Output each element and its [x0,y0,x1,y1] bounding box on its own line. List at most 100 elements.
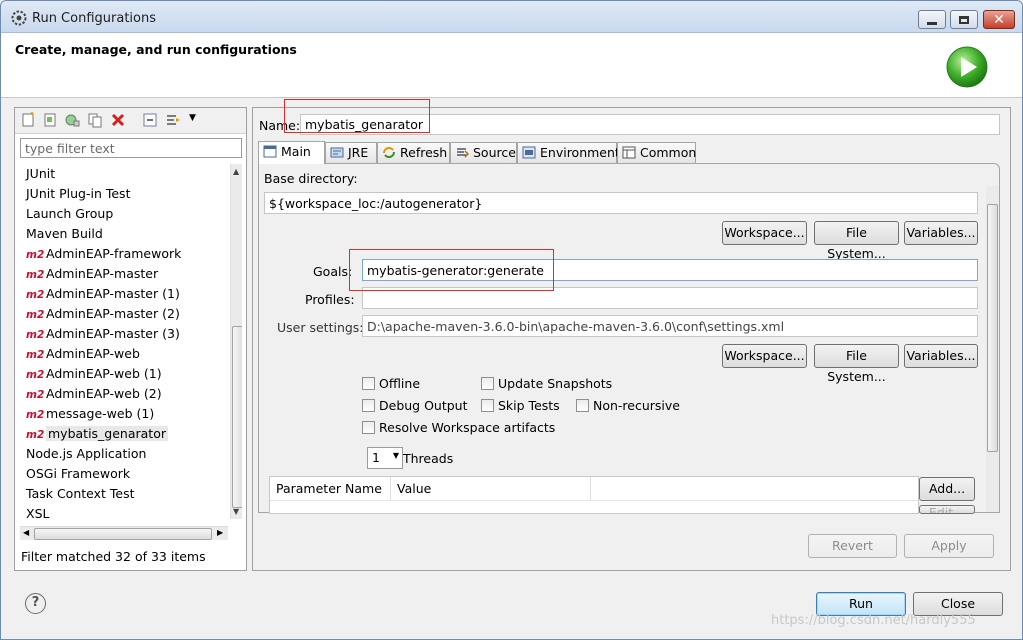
new-config-icon[interactable] [20,112,36,128]
tree-item-label: Launch Group [26,206,114,221]
scroll-left-icon[interactable]: ◀ [23,528,29,537]
apply-button[interactable]: Apply [904,534,994,558]
offline-checkbox[interactable]: Offline [362,376,420,391]
parameters-table[interactable]: Parameter Name Value [269,476,919,514]
update-snapshots-checkbox[interactable]: Update Snapshots [481,376,612,391]
non-recursive-checkbox[interactable]: Non-recursive [576,398,680,413]
resolve-workspace-checkbox[interactable]: Resolve Workspace artifacts [362,420,555,435]
threads-chevron-down-icon[interactable]: ▼ [393,451,399,460]
user-settings-input[interactable]: D:\apache-maven-3.6.0-bin\apache-maven-3… [362,315,978,337]
delete-config-icon[interactable] [110,112,126,128]
tree-item[interactable]: Task Context Test [20,484,228,504]
base-variables-button[interactable]: Variables... [904,221,978,245]
non-recursive-box[interactable] [576,399,589,412]
tree-item-label: JUnit Plug-in Test [26,186,131,201]
tree-item-label: AdminEAP-framework [46,246,182,261]
filter-config-icon[interactable] [165,112,181,128]
tree-item-label: JUnit [26,166,56,181]
tree-item-label: AdminEAP-web (1) [46,366,162,381]
new-prototype-icon[interactable] [42,112,58,128]
threads-label: Threads [403,451,454,466]
skip-tests-box[interactable] [481,399,494,412]
export-config-icon[interactable] [64,112,80,128]
help-icon[interactable]: ? [25,593,46,614]
settings-workspace-button[interactable]: Workspace... [722,344,807,368]
value-header[interactable]: Value [391,477,591,501]
tree-scroll-thumb[interactable] [232,326,242,508]
tab-vertical-scrollbar[interactable] [986,186,999,512]
resolve-workspace-box[interactable] [362,421,375,434]
non-recursive-label: Non-recursive [593,398,680,413]
skip-tests-checkbox[interactable]: Skip Tests [481,398,560,413]
tree-item-label: mybatis_genarator [46,426,168,441]
tree-hscroll-thumb[interactable] [34,528,212,540]
settings-variables-button[interactable]: Variables... [904,344,978,368]
offline-box[interactable] [362,377,375,390]
debug-output-label: Debug Output [379,398,468,413]
settings-filesystem-button[interactable]: File System... [814,344,899,384]
close-window-button[interactable]: ✕ [983,10,1015,29]
tab-common[interactable]: Common [617,142,696,163]
run-icon [946,46,988,88]
tree-item-label: message-web (1) [46,406,155,421]
debug-output-checkbox[interactable]: Debug Output [362,398,468,413]
scroll-right-icon[interactable]: ▶ [217,528,223,537]
filter-status: Filter matched 32 of 33 items [21,549,206,564]
header-title: Create, manage, and run configurations [15,42,297,57]
tree-item[interactable]: Node.js Application [20,444,228,464]
revert-button[interactable]: Revert [808,534,897,558]
configuration-editor-panel: Name: mybatis_genarator Main JRE Refresh… [252,107,1011,571]
maven-m2-icon: m2 [26,329,45,341]
collapse-all-icon[interactable] [142,112,158,128]
debug-output-box[interactable] [362,399,375,412]
base-directory-field[interactable]: ${workspace_loc:/autogenerator} [264,192,978,214]
duplicate-config-icon[interactable] [87,112,103,128]
tree-item[interactable]: m2 AdminEAP-framework [20,244,228,264]
tree-item[interactable]: m2 AdminEAP-web (1) [20,364,228,384]
tab-source[interactable]: Source [450,142,517,163]
tree-item[interactable]: Launch Group [20,204,228,224]
tree-vertical-scrollbar[interactable]: ▲ ▼ [230,164,242,519]
tree-item[interactable]: Maven Build [20,224,228,244]
tab-main[interactable]: Main [258,141,325,164]
base-workspace-button[interactable]: Workspace... [722,221,807,245]
tab-jre[interactable]: JRE [325,142,377,163]
goals-input[interactable]: mybatis-generator:generate [362,259,978,281]
tab-scroll-thumb[interactable] [987,204,998,452]
tree-item[interactable]: m2 AdminEAP-master (2) [20,304,228,324]
tree-item[interactable]: m2 mybatis_genarator [20,424,228,444]
tree-item[interactable]: m2 AdminEAP-master [20,264,228,284]
tree-item[interactable]: OSGi Framework [20,464,228,484]
filter-input[interactable] [20,138,242,158]
environment-icon [522,146,536,159]
tree-item[interactable]: m2 AdminEAP-master (3) [20,324,228,344]
run-configurations-window: Run Configurations ✕ Create, manage, and… [0,0,1023,640]
view-menu-chevron-down-icon[interactable]: ▼ [189,113,196,123]
tree-item[interactable]: m2 message-web (1) [20,404,228,424]
minimize-button[interactable] [918,10,946,29]
profiles-input[interactable] [362,287,978,309]
scroll-up-icon[interactable]: ▲ [233,167,239,176]
tab-refresh[interactable]: Refresh [377,142,450,163]
add-parameter-button[interactable]: Add... [919,477,975,501]
tree-item[interactable]: m2 AdminEAP-master (1) [20,284,228,304]
tree-horizontal-scrollbar[interactable]: ◀ ▶ [20,526,228,540]
tab-source-label: Source [473,145,516,160]
update-snapshots-box[interactable] [481,377,494,390]
tree-item[interactable]: m2 AdminEAP-web [20,344,228,364]
tree-item[interactable]: XSL [20,504,228,524]
tab-environment[interactable]: Environment [517,142,620,163]
tree-item[interactable]: m2 AdminEAP-web (2) [20,384,228,404]
parameter-name-header[interactable]: Parameter Name [270,477,391,501]
maximize-button[interactable] [950,10,978,29]
maven-m2-icon: m2 [26,349,45,361]
tree-item[interactable]: JUnit [20,164,228,184]
tree-item[interactable]: JUnit Plug-in Test [20,184,228,204]
edit-parameter-button[interactable]: Edit... [919,505,975,514]
base-filesystem-button[interactable]: File System... [814,221,899,261]
maven-m2-icon: m2 [26,429,45,441]
threads-select[interactable]: 1 ▼ [367,447,403,469]
tree-item-label: OSGi Framework [26,466,131,481]
name-input[interactable]: mybatis_genarator [300,114,1000,135]
scroll-down-icon[interactable]: ▼ [233,507,239,516]
